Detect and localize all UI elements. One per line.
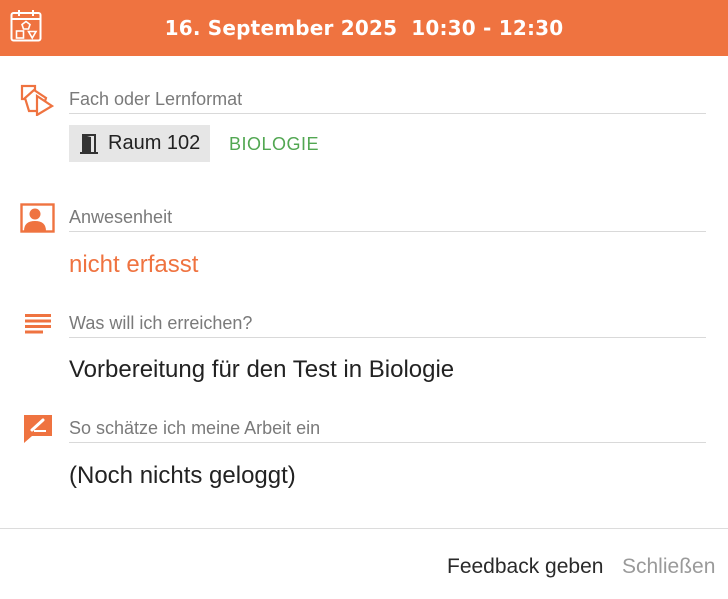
appointment-time: 10:30 - 12:30	[411, 16, 564, 40]
person-card-icon	[20, 203, 55, 233]
text-lines-icon	[25, 314, 51, 334]
edit-comment-icon	[24, 415, 52, 443]
appointment-datetime: 16. September 2025 10:30 - 12:30	[165, 16, 564, 40]
shapes-icon	[20, 84, 54, 116]
subject-label: Fach oder Lernformat	[69, 89, 706, 114]
room-label: Raum 102	[108, 132, 201, 154]
goal-label: Was will ich erreichen?	[69, 313, 706, 338]
close-button[interactable]: Schließen	[622, 555, 715, 579]
attendance-label: Anwesenheit	[69, 207, 706, 232]
header-bar: 16. September 2025 10:30 - 12:30	[0, 0, 728, 56]
assessment-label: So schätze ich meine Arbeit ein	[69, 418, 706, 443]
footer-divider	[0, 528, 728, 529]
assessment-value: (Noch nichts geloggt)	[69, 462, 296, 489]
attendance-value: nicht erfasst	[69, 251, 199, 278]
door-icon	[80, 133, 98, 154]
subject-name: BIOLOGIE	[229, 134, 320, 154]
room-chip[interactable]: Raum 102	[69, 125, 210, 162]
feedback-button[interactable]: Feedback geben	[447, 555, 603, 579]
goal-value: Vorbereitung für den Test in Biologie	[69, 356, 455, 383]
calendar-shapes-icon	[10, 10, 42, 42]
appointment-date: 16. September 2025	[164, 16, 398, 40]
